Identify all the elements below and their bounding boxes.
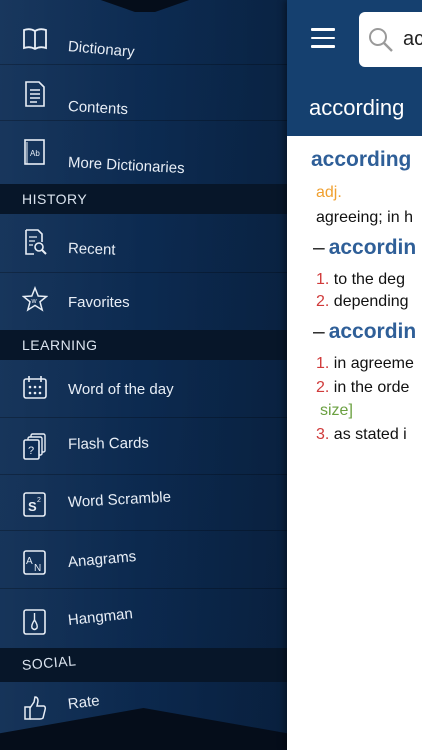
drawer-item-label: Rate — [66, 692, 101, 713]
drawer-top-notch — [95, 0, 195, 12]
dictionary-entry: according adj. agreeing; in h – accordin … — [287, 136, 422, 750]
drawer-item-label: Contents — [67, 98, 129, 119]
flash-cards-icon: ? — [22, 432, 48, 460]
drawer-item-hangman[interactable]: Hangman — [0, 590, 287, 646]
scramble-s2-icon: S2 — [22, 490, 48, 518]
sense-number: 2. — [316, 379, 330, 396]
section-header-history: HISTORY — [0, 184, 287, 214]
sense-line: 2. in the orde — [316, 379, 409, 397]
book-icon — [22, 25, 48, 53]
sense-number: 1. — [316, 355, 330, 372]
divider — [0, 474, 287, 475]
section-title: HISTORY — [22, 191, 88, 207]
svg-text:Ab: Ab — [30, 149, 40, 158]
svg-text:A: A — [26, 556, 33, 567]
section-title: LEARNING — [22, 337, 98, 353]
part-of-speech: adj. — [316, 184, 342, 201]
drawer-item-label: Word Scramble — [67, 488, 172, 511]
drawer-item-label: Flash Cards — [67, 434, 149, 453]
sense-text: in agreeme — [333, 355, 414, 372]
drawer-item-word-of-the-day[interactable]: Word of the day — [0, 360, 287, 416]
star-w-icon: w — [21, 285, 49, 314]
drawer-item-contents[interactable]: Contents — [0, 72, 287, 118]
thumbs-up-icon — [22, 694, 48, 722]
drawer-item-label: Word of the day — [68, 381, 174, 398]
hamburger-menu-icon[interactable] — [311, 28, 335, 48]
sense-text: in the orde — [333, 379, 410, 396]
subentry-title: – accordin — [313, 236, 417, 259]
top-bar: ac according — [287, 0, 422, 136]
section-title: SOCIAL — [21, 652, 77, 673]
drawer-item-anagrams[interactable]: AN Anagrams — [0, 534, 287, 588]
anagram-an-icon: AN — [22, 548, 48, 576]
usage-note: size] — [320, 402, 353, 419]
search-value: ac — [403, 28, 422, 50]
drawer-item-label: Favorites — [68, 294, 130, 311]
svg-text:2: 2 — [37, 497, 41, 504]
divider — [0, 120, 287, 121]
sense-text: depending — [333, 293, 409, 310]
sense-number: 3. — [316, 426, 330, 443]
calendar-icon — [22, 374, 48, 402]
svg-text:S: S — [28, 499, 37, 514]
main-content: ac according according adj. agreeing; in… — [287, 0, 422, 750]
drawer-item-more-dictionaries[interactable]: Ab More Dictionaries — [0, 128, 287, 180]
side-drawer: Dictionary Contents Ab More Dictionaries… — [0, 0, 287, 750]
drawer-item-word-scramble[interactable]: S2 Word Scramble — [0, 476, 287, 530]
sense-number: 2. — [316, 293, 330, 310]
divider — [0, 272, 287, 273]
svg-text:N: N — [34, 563, 41, 574]
search-input[interactable]: ac — [359, 12, 422, 67]
drawer-item-label: Dictionary — [67, 38, 136, 61]
drawer-item-label: More Dictionaries — [67, 154, 186, 178]
drawer-item-flash-cards[interactable]: ? Flash Cards — [0, 418, 287, 472]
drawer-item-label: Anagrams — [67, 548, 137, 571]
sense-text: as stated i — [333, 426, 407, 443]
sense-line: 1. in agreeme — [316, 355, 414, 373]
recent-search-icon — [22, 228, 48, 256]
drawer-item-favorites[interactable]: w Favorites — [0, 276, 287, 328]
subentry-title: – accordin — [313, 320, 417, 343]
svg-text:w: w — [31, 298, 38, 305]
divider — [0, 588, 287, 589]
sense-text: to the deg — [333, 271, 405, 288]
ab-book-icon: Ab — [22, 138, 48, 166]
section-header-learning: LEARNING — [0, 330, 287, 360]
sense-line: 3. as stated i — [316, 426, 407, 444]
drawer-item-label: Hangman — [67, 605, 134, 629]
subentry-title-text: accordin — [328, 236, 417, 259]
search-icon — [367, 26, 395, 54]
hangman-icon — [22, 608, 48, 636]
sense-line: 2. depending — [316, 293, 409, 311]
drawer-item-recent[interactable]: Recent — [0, 214, 287, 272]
document-icon — [22, 80, 48, 108]
subentry-title-text: accordin — [328, 320, 417, 343]
page-title: according — [309, 95, 405, 120]
sense-line: 1. to the deg — [316, 271, 405, 289]
entry-headword: according — [311, 148, 412, 171]
divider — [0, 64, 287, 65]
drawer-item-dictionary[interactable]: Dictionary — [0, 16, 287, 61]
svg-text:?: ? — [28, 445, 34, 457]
sense-number: 1. — [316, 271, 330, 288]
divider — [0, 530, 287, 531]
section-header-social: SOCIAL — [0, 648, 287, 682]
drawer-item-label: Recent — [67, 240, 116, 259]
definition-text: agreeing; in h — [316, 209, 413, 226]
